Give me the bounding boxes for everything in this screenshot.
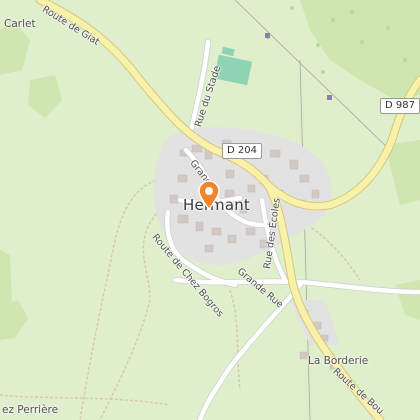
sports-pitch-small xyxy=(221,46,235,57)
map-canvas[interactable]: Route de Giat Rue du Stade Grande Route … xyxy=(0,0,420,420)
road-shield-d204: D 204 xyxy=(222,143,262,159)
place-label-perriere: ez Perrière xyxy=(2,404,59,416)
road-shield-d987: D 987 xyxy=(380,98,420,114)
place-label-carlet: Carlet xyxy=(4,18,36,30)
place-label-la-borderie: La Borderie xyxy=(308,355,369,367)
location-pin-icon[interactable] xyxy=(198,180,220,211)
